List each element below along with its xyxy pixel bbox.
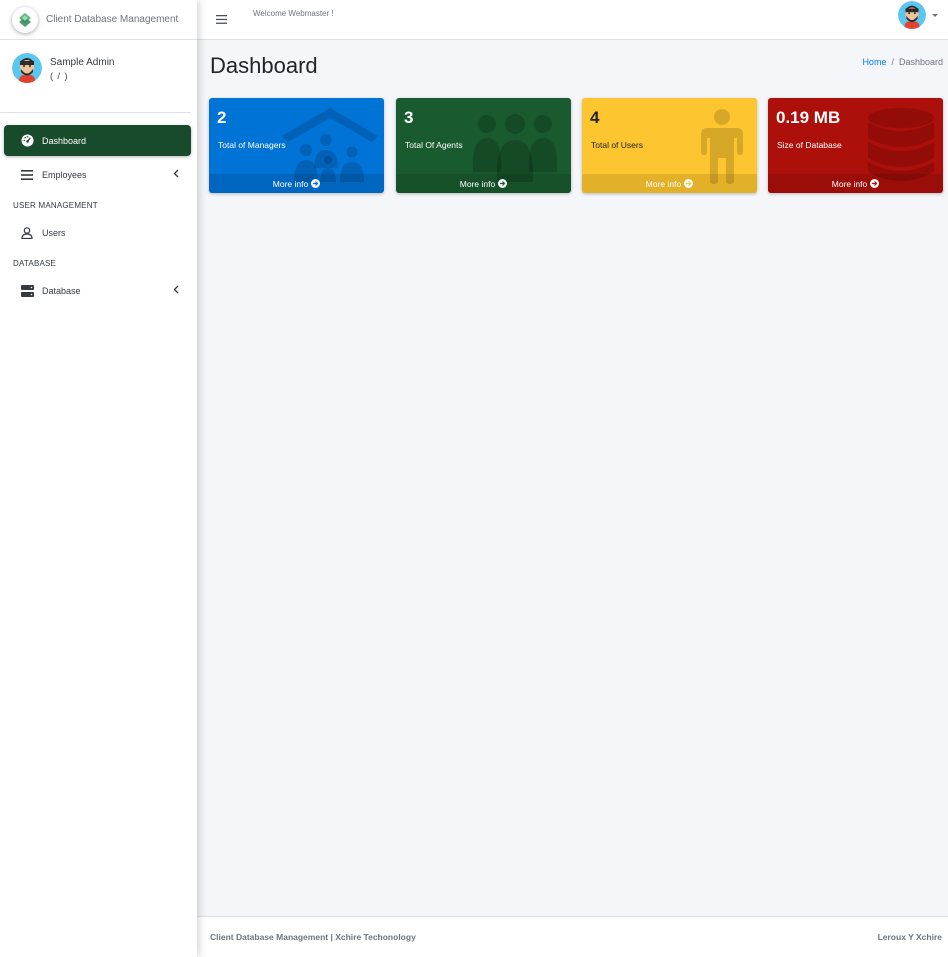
- arrow-circle-right-icon: [311, 179, 321, 188]
- sidebar-item-label: Dashboard: [42, 135, 87, 146]
- brand-link[interactable]: Client Database Management: [0, 0, 197, 40]
- breadcrumb-current: Dashboard: [898, 57, 943, 67]
- footer-left-text: Client Database Management | Xchire Tech…: [210, 932, 416, 942]
- caret-down-icon: [932, 13, 938, 17]
- tachometer-icon: [20, 134, 34, 148]
- list-icon: [20, 168, 34, 182]
- sidebar-item-employees[interactable]: Employees: [4, 159, 191, 190]
- nav-header-database: DATABASE: [13, 259, 57, 268]
- small-box-managers: 2 Total of Managers More info: [209, 98, 384, 193]
- user-menu-dropdown[interactable]: [898, 1, 938, 29]
- avatar[interactable]: [12, 53, 42, 83]
- more-info-link[interactable]: More info: [582, 174, 757, 193]
- box-value: 4: [590, 108, 600, 127]
- user-role: ( / ): [50, 71, 69, 81]
- content-wrapper: Dashboard Home / Dashboard 2 Total of Mana…: [197, 40, 948, 916]
- arrow-circle-right-icon: [684, 179, 694, 188]
- breadcrumb-separator: /: [891, 57, 894, 67]
- brand-logo-icon: [12, 6, 38, 33]
- user-name[interactable]: Sample Admin: [50, 57, 114, 68]
- box-label: Total Of Agents: [405, 140, 463, 150]
- main-footer: Client Database Management | Xchire Tech…: [197, 916, 948, 957]
- sidebar-item-label: Employees: [42, 169, 87, 180]
- nav-header-user-management: USER MANAGEMENT: [13, 201, 98, 210]
- box-label: Total of Users: [591, 140, 643, 150]
- small-box-agents: 3 Total Of Agents More info: [396, 98, 571, 193]
- brand-title: Client Database Management: [46, 14, 179, 25]
- box-value: 3: [404, 108, 414, 127]
- sidebar-nav: Dashboard Employees USER MANAGEMENT User…: [0, 113, 197, 306]
- breadcrumb-home-link[interactable]: Home: [862, 57, 886, 67]
- sidebar-item-users[interactable]: Users: [4, 217, 191, 248]
- arrow-circle-right-icon: [498, 179, 508, 188]
- welcome-text: Welcome Webmaster !: [253, 9, 334, 18]
- box-value: 0.19 MB: [776, 108, 841, 127]
- arrow-circle-right-icon: [870, 179, 880, 188]
- more-info-link[interactable]: More info: [396, 174, 571, 193]
- box-value: 2: [217, 108, 227, 127]
- sidebar-item-database[interactable]: Database: [4, 275, 191, 306]
- page-title: Dashboard: [210, 53, 318, 78]
- user-panel: Sample Admin ( / ): [0, 40, 191, 113]
- sidebar-item-label: Users: [42, 227, 66, 238]
- breadcrumb: Home / Dashboard: [862, 57, 943, 67]
- chevron-left-icon: [173, 169, 179, 180]
- sidebar-item-dashboard[interactable]: Dashboard: [4, 125, 191, 156]
- footer-right-text: Leroux Y Xchire: [877, 932, 942, 942]
- user-icon: [20, 226, 34, 240]
- sidebar-item-label: Database: [42, 285, 81, 296]
- small-box-users: 4 Total of Users More info: [582, 98, 757, 193]
- small-box-database: 0.19 MB Size of Database More info: [768, 98, 943, 193]
- top-navbar: Welcome Webmaster !: [197, 0, 948, 40]
- more-info-link[interactable]: More info: [768, 174, 943, 193]
- server-icon: [20, 284, 34, 298]
- box-label: Size of Database: [777, 140, 842, 150]
- menu-toggle-icon[interactable]: [216, 14, 228, 26]
- avatar[interactable]: [898, 1, 926, 29]
- box-label: Total of Managers: [218, 140, 286, 150]
- sidebar: Client Database Management Sample Admin …: [0, 0, 197, 957]
- more-info-link[interactable]: More info: [209, 174, 384, 193]
- chevron-left-icon: [173, 285, 179, 296]
